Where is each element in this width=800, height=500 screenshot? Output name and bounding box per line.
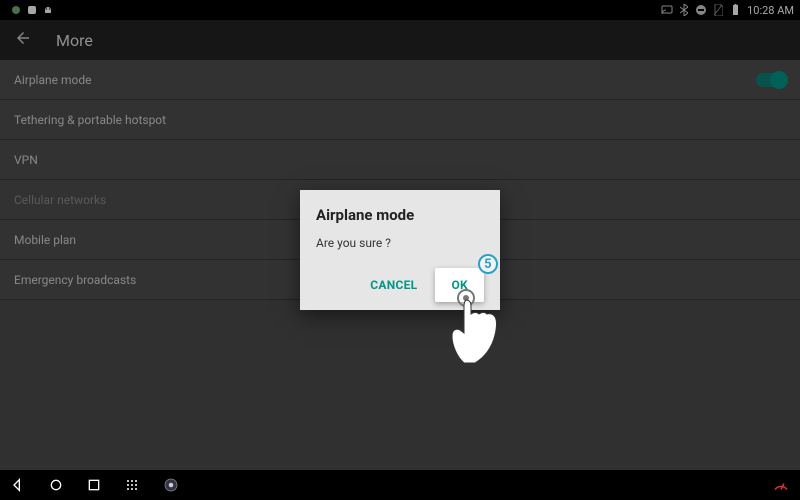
airplane-dialog: Airplane mode Are you sure ? CANCEL OK 5 (300, 190, 500, 310)
nav-back-icon[interactable] (10, 477, 26, 493)
nav-apps-icon[interactable] (124, 477, 140, 493)
ok-button[interactable]: OK 5 (435, 268, 484, 302)
nav-recent-icon[interactable] (86, 477, 102, 493)
pointer-hand-icon (448, 290, 528, 380)
nav-settings-shortcut-icon[interactable] (162, 476, 180, 494)
nav-home-icon[interactable] (48, 477, 64, 493)
dialog-actions: CANCEL OK 5 (316, 268, 484, 302)
dialog-title: Airplane mode (316, 206, 484, 224)
nav-gauge-icon[interactable] (772, 476, 790, 494)
dialog-message: Are you sure ? (316, 236, 484, 250)
tutorial-step-badge: 5 (478, 254, 498, 274)
screen: 10:28 AM More Airplane mode Tethering & … (0, 0, 800, 500)
cancel-button[interactable]: CANCEL (360, 270, 427, 300)
modal-overlay: Airplane mode Are you sure ? CANCEL OK 5 (0, 0, 800, 500)
navigation-bar (0, 470, 800, 500)
